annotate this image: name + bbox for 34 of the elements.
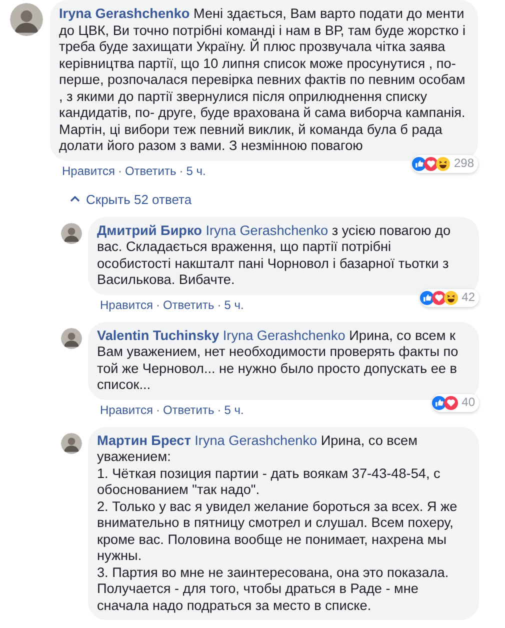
avatar[interactable] [61, 432, 82, 454]
avatar[interactable] [10, 3, 43, 36]
separator: · [156, 298, 160, 312]
avatar[interactable] [61, 222, 82, 244]
chevron-up-icon [70, 196, 80, 202]
like-icon [412, 156, 426, 170]
time-link[interactable]: 5 ч. [224, 298, 244, 312]
separator: · [217, 402, 222, 416]
like-icon [432, 396, 446, 410]
hide-replies-link[interactable]: Скрыть 52 ответа [70, 192, 192, 206]
mention-link[interactable]: Iryna Gerashchenko [206, 222, 328, 238]
comment-text: Мартин Брест Iryna Gerashchenko Ирина, со всем уважением: 1. Чёткая позиция партии - дать воякам 37-43-48-54, с обоснованием "так надо". 2. Только у вас я увидел желание бороться за всех. Я же внимательно в пятницу смотрел и слушал. Всем похеру, кроме вас. Половина вообще не понимает, нахрена мы нужны. 3. Партия во мне не заинтересована, она это показала. Получается - для того, чтобы драться в Раде - мне сначала надо подраться за место в списке. [88, 426, 479, 620]
author-name[interactable]: Дмитрий Бирко [97, 222, 202, 238]
time-link[interactable]: 5 ч. [224, 402, 244, 416]
reply-link[interactable]: Ответить [162, 298, 214, 312]
separator: · [118, 164, 122, 178]
separator: · [156, 402, 160, 416]
like-link[interactable]: Нравится [62, 164, 115, 178]
separator: · [217, 298, 222, 312]
like-link[interactable]: Нравится [100, 402, 153, 416]
author-name[interactable]: Valentin Tuchinsky [97, 328, 220, 342]
avatar[interactable] [61, 328, 82, 348]
like-link[interactable]: Нравится [100, 298, 153, 312]
author-name[interactable]: Iryna Gerashchenko [59, 6, 190, 21]
mention-link[interactable]: Iryna Gerashchenko [222, 328, 346, 342]
reply-link[interactable]: Ответить [124, 164, 176, 178]
separator: · [179, 164, 184, 178]
laughing-face-icon [444, 290, 458, 304]
laughing-face-icon [436, 156, 450, 170]
reply-link[interactable]: Ответить [162, 402, 214, 416]
mention-link[interactable]: Iryna Gerashchenko [194, 432, 318, 448]
author-name[interactable]: Мартин Брест [97, 432, 191, 448]
time-link[interactable]: 5 ч. [186, 164, 206, 178]
like-icon [420, 290, 434, 304]
